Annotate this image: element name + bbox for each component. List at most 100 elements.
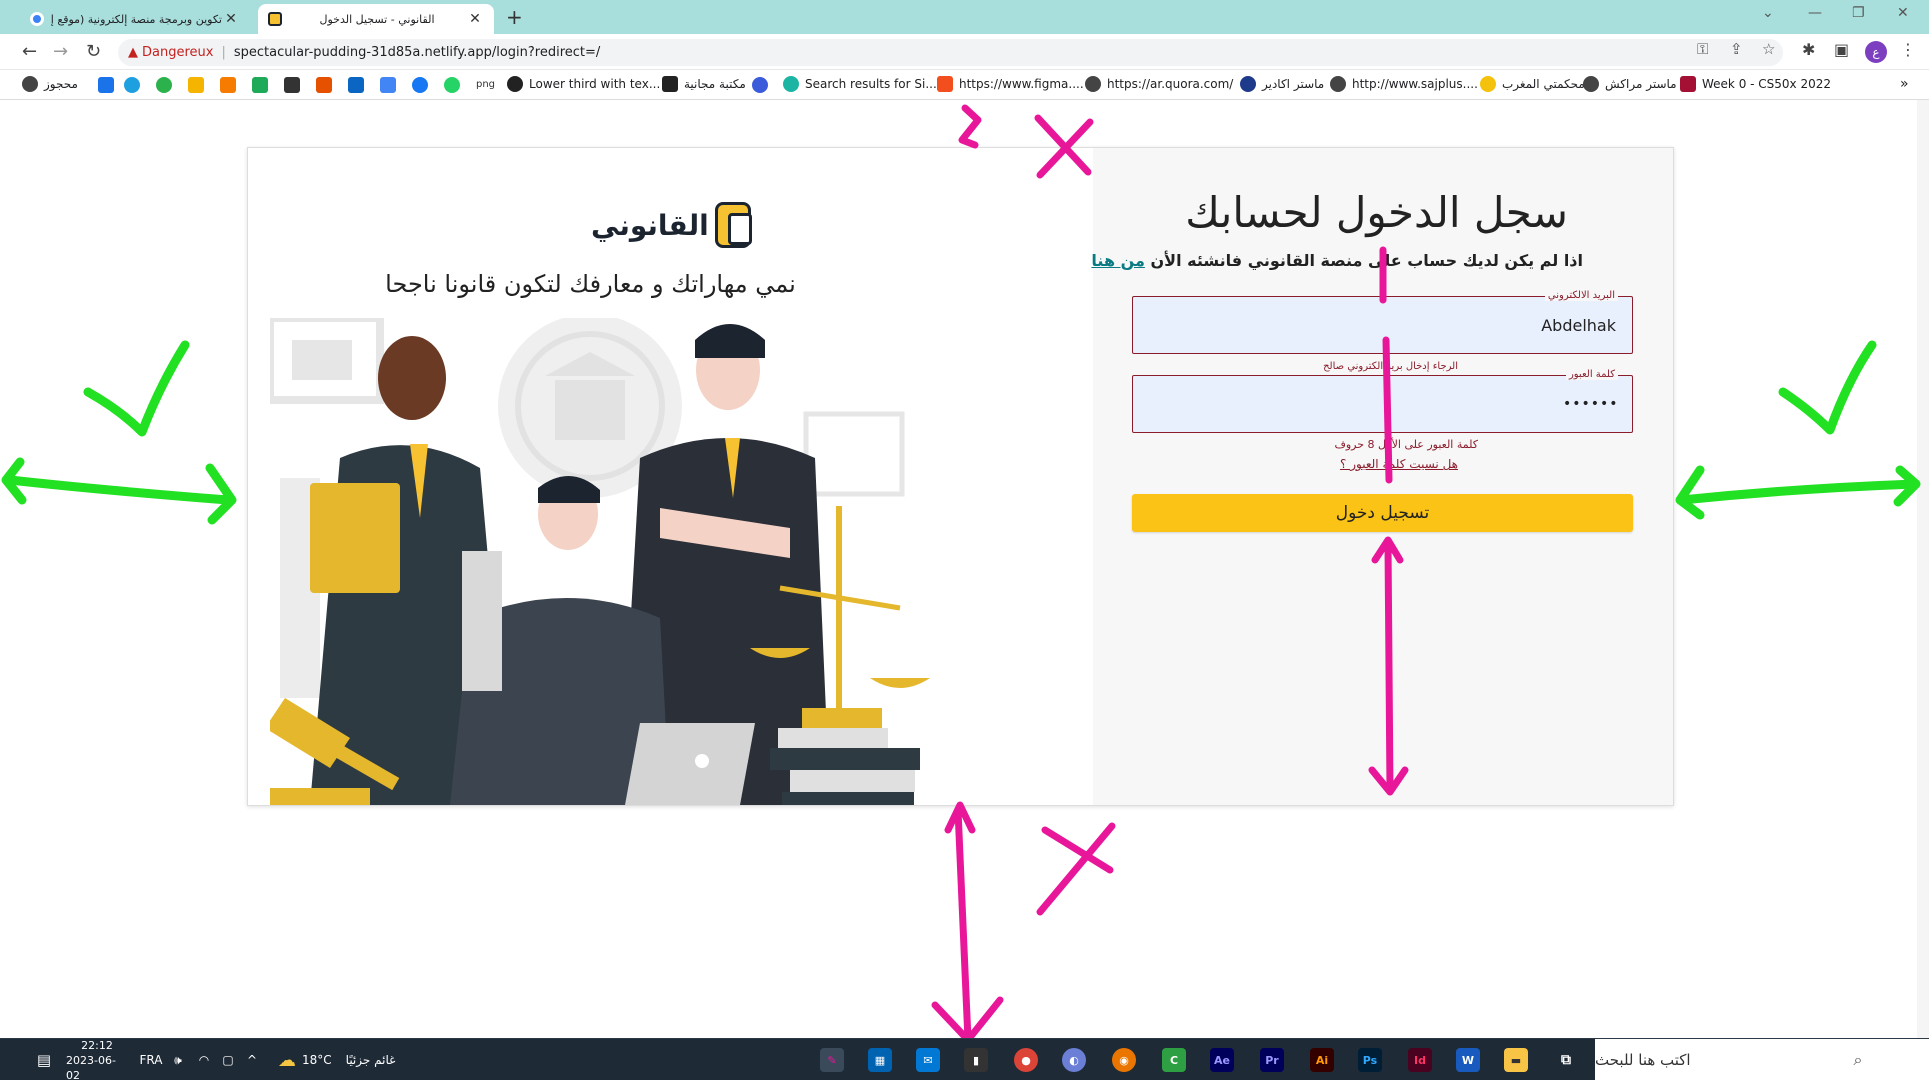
bookmark-item[interactable]: https://ar.quora.com/	[1085, 76, 1233, 92]
more-bookmarks-icon[interactable]: »	[1900, 76, 1909, 92]
indesign-icon[interactable]: Id	[1408, 1048, 1432, 1072]
windows-start-icon[interactable]: ⊞	[1888, 1039, 1918, 1080]
bookmark-item[interactable]: http://www.sajplus....	[1330, 76, 1478, 92]
explorer-app-icon[interactable]: ▬	[1504, 1048, 1528, 1072]
c-app-icon[interactable]: C	[1162, 1048, 1186, 1072]
menu-kebab-icon[interactable]: ⋮	[1900, 40, 1916, 59]
device-icon[interactable]: ▢	[218, 1039, 238, 1080]
close-tab-icon[interactable]: ✕	[222, 11, 240, 27]
bookmark-label: مكتبة مجانية	[684, 77, 746, 91]
forgot-password-link[interactable]: هل نسيت كلمة العبور ؟	[1340, 457, 1458, 471]
film-app-icon[interactable]	[284, 77, 300, 93]
99d-icon[interactable]	[316, 77, 332, 93]
close-tab-icon[interactable]: ✕	[466, 11, 484, 27]
volume-icon[interactable]: 🕪	[168, 1039, 188, 1080]
png-icon[interactable]: png	[476, 79, 495, 90]
logo-mark-icon	[714, 202, 753, 248]
word-icon[interactable]: W	[1456, 1048, 1480, 1072]
weather-text: غائم جزئيًا	[345, 1053, 396, 1067]
signup-prompt: اذا لم يكن لديك حساب على منصة القانوني ف…	[1091, 251, 1583, 270]
tree-app-icon[interactable]	[252, 77, 268, 93]
premiere-icon[interactable]: Pr	[1260, 1048, 1284, 1072]
signup-link[interactable]: من هنا	[1091, 251, 1145, 270]
tray-chevron-icon[interactable]: ^	[242, 1039, 262, 1080]
eclipse-app-icon[interactable]: ◐	[1062, 1048, 1086, 1072]
address-bar[interactable]: ▲ Dangereux | spectacular-pudding-31d85a…	[118, 39, 1783, 66]
five-app-icon[interactable]	[188, 77, 204, 93]
task-view-icon[interactable]: ⧉	[1554, 1048, 1578, 1072]
chrome-favicon-icon	[30, 12, 44, 26]
clock[interactable]: 22:12 2023-06-02	[66, 1039, 128, 1080]
reload-icon[interactable]: ↻	[86, 41, 101, 62]
tab-search-icon[interactable]: ⌄	[1762, 5, 1774, 21]
tab-login[interactable]: القانوني - تسجيل الدخول ✕	[258, 4, 494, 34]
scrollbar[interactable]	[1917, 100, 1929, 1038]
back-icon[interactable]: ←	[22, 41, 37, 62]
weather-widget[interactable]: ☁ 18°C غائم جزئيًا	[278, 1039, 458, 1080]
g-app-icon[interactable]	[156, 77, 172, 93]
url-text[interactable]: spectacular-pudding-31d85a.netlify.app/l…	[234, 45, 600, 60]
email-input[interactable]	[1133, 297, 1632, 353]
warning-icon[interactable]: ▲	[128, 45, 138, 60]
bookmark-item[interactable]: محكمتي المغرب	[1480, 76, 1585, 92]
key-icon[interactable]: ⚿	[1697, 40, 1708, 58]
illustration-panel: القانوني نمي مهاراتك و معارفك لتكون قانو…	[248, 148, 1093, 805]
password-field[interactable]: كلمة العبور	[1132, 369, 1633, 433]
bookmark-item[interactable]: Lower third with tex...	[507, 76, 660, 92]
tab-platform[interactable]: تكوين وبرمجة منصة إلكترونية (موقع إلكترو…	[20, 4, 250, 34]
figma-icon	[937, 76, 953, 92]
bookmark-item[interactable]: مكتبة مجانية	[662, 76, 746, 92]
page-title: سجل الدخول لحسابك	[1185, 188, 1568, 237]
bookmark-star-icon[interactable]: ☆	[1762, 40, 1775, 58]
arrow-app-icon[interactable]	[98, 77, 114, 93]
blender-app-icon[interactable]: ◉	[1112, 1048, 1136, 1072]
email-field[interactable]: البريد الالكتروني	[1132, 290, 1633, 354]
bookmarks-bar: محجوز png Lower third with tex... مكتبة …	[0, 70, 1929, 100]
blogger-icon[interactable]	[220, 77, 236, 93]
snip-app-icon[interactable]: ✎	[820, 1048, 844, 1072]
login-button[interactable]: تسجيل دخول	[1132, 494, 1633, 532]
store-app-icon[interactable]: ▦	[868, 1048, 892, 1072]
after-effects-icon[interactable]: Ae	[1210, 1048, 1234, 1072]
forward-icon[interactable]: →	[53, 41, 68, 62]
bookmark-label: Search results for Si...	[805, 77, 937, 91]
bookmark-item[interactable]: ماستر اكادير	[1240, 76, 1324, 92]
clock-date: 2023-06-02	[66, 1053, 116, 1080]
bookmark-item[interactable]: https://www.figma....	[937, 76, 1084, 92]
side-panel-icon[interactable]: ▣	[1834, 40, 1849, 59]
whatsapp-icon[interactable]	[444, 77, 460, 93]
bookmark-label: https://www.figma....	[959, 77, 1084, 91]
bookmark-item[interactable]: Search results for Si...	[783, 76, 937, 92]
mail-app-icon[interactable]: ✉	[916, 1048, 940, 1072]
language-indicator[interactable]: FRA	[136, 1039, 166, 1080]
windows-taskbar: ▤ 22:12 2023-06-02 FRA 🕪 ◠ ▢ ^ ☁ 18°C غا…	[0, 1038, 1929, 1080]
extensions-icon[interactable]: ✱	[1802, 40, 1815, 59]
share-icon[interactable]: ⇪	[1730, 40, 1743, 58]
site-logo[interactable]: القانوني	[591, 200, 753, 250]
wifi-icon[interactable]: ◠	[194, 1039, 214, 1080]
bookmark-item[interactable]: ماستر مراكش	[1583, 76, 1677, 92]
profile-avatar[interactable]: ع	[1865, 41, 1887, 63]
password-input[interactable]	[1133, 376, 1632, 432]
new-tab-icon[interactable]: +	[506, 5, 523, 29]
close-window-icon[interactable]: ✕	[1897, 5, 1909, 21]
facebook-icon[interactable]	[412, 77, 428, 93]
bookmark-item[interactable]: محجوز	[22, 76, 78, 92]
security-label[interactable]: Dangereux	[142, 45, 213, 60]
bookmark-item[interactable]: Week 0 - CS50x 2022	[1680, 76, 1831, 92]
translate-icon[interactable]	[380, 77, 396, 93]
search-box[interactable]: اكتب هنا للبحث	[1595, 1039, 1929, 1080]
photoshop-icon[interactable]: Ps	[1358, 1048, 1382, 1072]
chrome-app-icon[interactable]: ●	[1014, 1048, 1038, 1072]
restore-icon[interactable]: ❐	[1852, 5, 1865, 21]
vuetify-icon	[783, 76, 799, 92]
taskview-app-icon[interactable]: ▮	[964, 1048, 988, 1072]
illustrator-icon[interactable]: Ai	[1310, 1048, 1334, 1072]
minimize-icon[interactable]: —	[1808, 5, 1822, 21]
search-icon[interactable]: ⌕	[1846, 1039, 1870, 1080]
crown-app-icon[interactable]	[752, 77, 768, 93]
circle-app-icon[interactable]	[124, 77, 140, 93]
notifications-icon[interactable]: ▤	[30, 1039, 58, 1080]
linkedin-icon[interactable]	[348, 77, 364, 93]
bookmark-label: ماستر مراكش	[1605, 77, 1677, 91]
